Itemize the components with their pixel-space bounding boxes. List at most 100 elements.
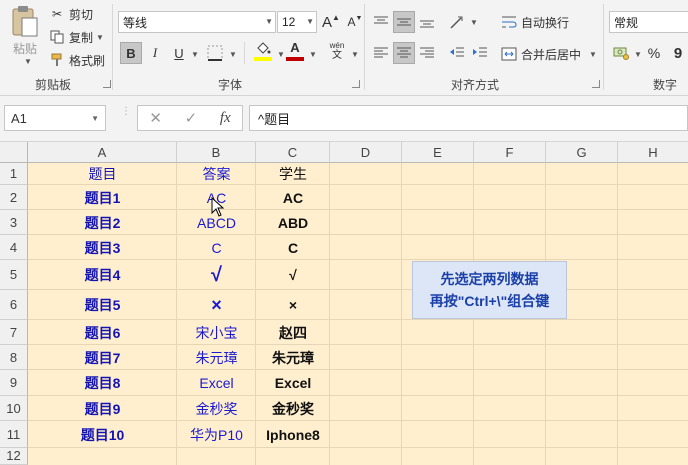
cell-c8[interactable]: 朱元璋 [256, 345, 330, 370]
cell-b5[interactable]: √ [177, 260, 256, 290]
row-header-1[interactable]: 1 [0, 163, 28, 185]
align-left-button[interactable] [370, 42, 392, 64]
column-header-c[interactable]: C [256, 142, 330, 163]
cell-a6[interactable]: 题目5 [28, 290, 177, 320]
underline-button[interactable]: U [168, 42, 190, 64]
phonetic-button[interactable]: wén 文 [326, 40, 348, 62]
accounting-format-button[interactable] [610, 42, 632, 64]
orientation-button[interactable] [446, 11, 468, 33]
cell-c6[interactable]: × [256, 290, 330, 320]
column-header-g[interactable]: G [546, 142, 618, 163]
font-size-select[interactable]: 12 ▼ [277, 11, 317, 33]
row-header-2[interactable]: 2 [0, 185, 28, 210]
orientation-dropdown-icon[interactable]: ▼ [470, 18, 478, 27]
number-format-select[interactable]: 常规 [609, 11, 688, 33]
clipboard-launcher-icon[interactable] [103, 80, 111, 88]
cell-b11[interactable]: 华为P10 [177, 421, 256, 448]
cell-a10[interactable]: 题目9 [28, 396, 177, 421]
align-middle-button[interactable] [393, 11, 415, 33]
fill-color-button[interactable] [252, 40, 274, 62]
cell-b7[interactable]: 宋小宝 [177, 320, 256, 345]
align-center-button[interactable] [393, 42, 415, 64]
enter-icon[interactable]: ✓ [185, 109, 198, 127]
cell-a1[interactable]: 题目 [28, 163, 177, 185]
cell-b6[interactable]: × [177, 290, 256, 320]
row-header-4[interactable]: 4 [0, 235, 28, 260]
borders-dropdown-icon[interactable]: ▼ [229, 50, 237, 59]
font-launcher-icon[interactable] [352, 80, 360, 88]
bold-button[interactable]: B [120, 42, 142, 64]
cut-button[interactable]: ✂ 剪切 [48, 5, 93, 23]
column-header-e[interactable]: E [402, 142, 474, 163]
row-header-7[interactable]: 7 [0, 320, 28, 345]
row-header-11[interactable]: 11 [0, 421, 28, 448]
cell-c3[interactable]: ABD [256, 210, 330, 235]
font-name-select[interactable]: 等线 ▼ [118, 11, 276, 33]
row-header-8[interactable]: 8 [0, 345, 28, 370]
cell-b1[interactable]: 答案 [177, 163, 256, 185]
paste-dropdown-icon[interactable]: ▼ [24, 57, 32, 66]
row-header-5[interactable]: 5 [0, 260, 28, 290]
copy-button[interactable]: 复制 ▼ [48, 28, 104, 46]
cell-b4[interactable]: C [177, 235, 256, 260]
row-header-3[interactable]: 3 [0, 210, 28, 235]
grow-font-button[interactable]: A ▲ [320, 11, 342, 33]
merge-dropdown-icon[interactable]: ▼ [589, 50, 597, 59]
worksheet-grid[interactable]: A B C D E F G H 1 2 3 4 5 6 7 8 9 10 11 … [0, 142, 688, 465]
increase-indent-button[interactable] [469, 42, 491, 64]
formula-input[interactable]: ^题目 [249, 105, 688, 131]
cell-c1[interactable]: 学生 [256, 163, 330, 185]
decrease-indent-button[interactable] [446, 42, 468, 64]
cell-a8[interactable]: 题目7 [28, 345, 177, 370]
column-header-f[interactable]: F [474, 142, 546, 163]
italic-button[interactable]: I [144, 42, 166, 64]
select-all-corner[interactable] [0, 142, 28, 163]
alignment-launcher-icon[interactable] [592, 80, 600, 88]
instruction-textbox[interactable]: 先选定两列数据 再按"Ctrl+\"组合键 [412, 261, 567, 319]
accounting-dropdown-icon[interactable]: ▼ [634, 50, 642, 59]
insert-function-icon[interactable]: fx [220, 110, 231, 127]
cancel-icon[interactable]: ✕ [149, 109, 162, 127]
phonetic-dropdown-icon[interactable]: ▼ [351, 50, 359, 59]
column-header-a[interactable]: A [28, 142, 177, 163]
format-painter-button[interactable]: 格式刷 [48, 51, 105, 69]
cell-b8[interactable]: 朱元璋 [177, 345, 256, 370]
align-top-button[interactable] [370, 11, 392, 33]
cell-c5[interactable]: √ [256, 260, 330, 290]
cell-a5[interactable]: 题目4 [28, 260, 177, 290]
cell-a9[interactable]: 题目8 [28, 370, 177, 396]
cell-a3[interactable]: 题目2 [28, 210, 177, 235]
comma-style-button[interactable]: 9 [667, 42, 688, 64]
cell-b9[interactable]: Excel [177, 370, 256, 396]
copy-dropdown-icon[interactable]: ▼ [96, 33, 104, 42]
cell-c4[interactable]: C [256, 235, 330, 260]
font-color-dropdown-icon[interactable]: ▼ [309, 50, 317, 59]
column-header-b[interactable]: B [177, 142, 256, 163]
cell-c11[interactable]: Iphone8 [256, 421, 330, 448]
borders-button[interactable] [204, 42, 226, 64]
merge-center-button[interactable]: 合并后居中 ▼ [500, 45, 597, 63]
percent-button[interactable]: % [643, 42, 665, 64]
font-color-button[interactable]: A [284, 40, 306, 62]
cell-c9[interactable]: Excel [256, 370, 330, 396]
row-header-12[interactable]: 12 [0, 448, 28, 465]
cell-a7[interactable]: 题目6 [28, 320, 177, 345]
cell-a4[interactable]: 题目3 [28, 235, 177, 260]
name-box[interactable]: A1 ▼ [4, 105, 106, 131]
row-header-10[interactable]: 10 [0, 396, 28, 421]
cell-a2[interactable]: 题目1 [28, 185, 177, 210]
row-header-9[interactable]: 9 [0, 370, 28, 396]
column-header-h[interactable]: H [618, 142, 688, 163]
cell-c2[interactable]: AC [256, 185, 330, 210]
shrink-font-button[interactable]: A ▼ [344, 11, 366, 33]
align-right-button[interactable] [416, 42, 438, 64]
row-header-6[interactable]: 6 [0, 290, 28, 320]
underline-dropdown-icon[interactable]: ▼ [191, 50, 199, 59]
cell-c7[interactable]: 赵四 [256, 320, 330, 345]
wrap-text-button[interactable]: 自动换行 [500, 13, 569, 31]
cell-c10[interactable]: 金秒奖 [256, 396, 330, 421]
cell-b10[interactable]: 金秒奖 [177, 396, 256, 421]
align-bottom-button[interactable] [416, 11, 438, 33]
column-header-d[interactable]: D [330, 142, 402, 163]
cell-a11[interactable]: 题目10 [28, 421, 177, 448]
